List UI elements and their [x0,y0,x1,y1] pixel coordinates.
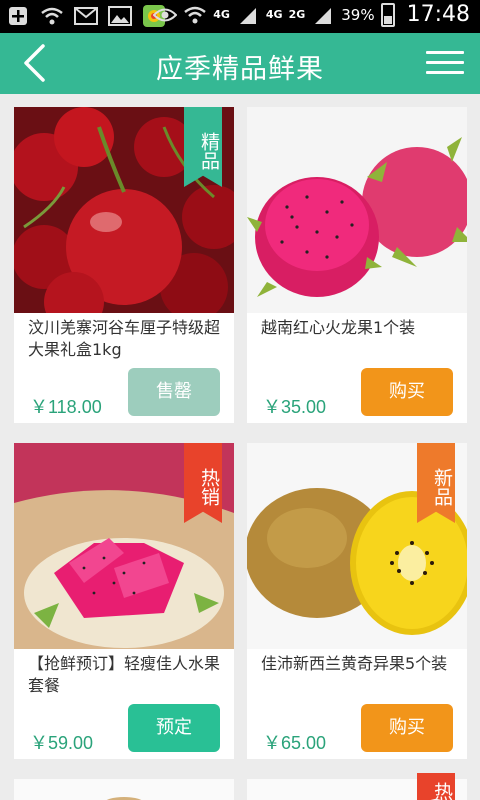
mail-icon [74,5,98,27]
product-badge: 热销 [184,443,222,523]
clock: 17:48 [406,2,470,27]
product-image-partial [14,779,234,800]
status-bar-right: 4G 4G 2G 39% 17:48 [153,2,470,27]
product-image[interactable] [247,107,467,313]
signal-icon [236,4,260,26]
signal-icon-2 [311,4,335,26]
eye-icon [153,4,178,26]
product-image[interactable] [14,779,234,800]
product-name[interactable]: 汶川羌寨河谷车厘子特级超大果礼盒1kg [28,317,228,361]
product-name[interactable]: 【抢鲜预订】轻瘦佳人水果套餐 [28,653,228,697]
buy-button[interactable]: 购买 [361,368,453,416]
battery-icon [380,2,395,27]
page-title: 应季精品鲜果 [156,54,324,85]
menu-button[interactable] [426,49,466,77]
status-bar-left [6,5,166,27]
menu-icon-line [426,51,464,54]
product-card[interactable]: 精品 汶川羌寨河谷车厘子特级超大果礼盒1kg ￥118.00 售罄 [14,107,234,423]
product-name[interactable]: 佳沛新西兰黄奇异果5个装 [261,653,461,675]
product-card[interactable]: 热 [247,773,467,800]
image-icon [108,5,132,27]
add-icon [6,5,30,27]
app-header: 应季精品鲜果 [0,33,480,94]
network-type-3: 2G [288,8,306,21]
network-type-2: 4G [265,8,283,21]
product-card[interactable]: 新品 佳沛新西兰黄奇异果5个装 ￥65.00 购买 [247,443,467,759]
product-card[interactable]: 越南红心火龙果1个装 ￥35.00 购买 [247,107,467,423]
product-price: ￥59.00 [30,733,94,753]
product-name[interactable]: 越南红心火龙果1个装 [261,317,461,339]
network-type-1: 4G [213,8,230,21]
dragon-fruit-image [247,107,467,313]
product-card[interactable] [14,779,234,800]
menu-icon-line [426,71,464,74]
status-bar: 4G 4G 2G 39% 17:48 [0,0,480,33]
product-price: ￥118.00 [30,397,102,417]
menu-icon-line [426,61,464,64]
wifi-question-icon [40,5,64,27]
product-price: ￥65.00 [263,733,327,753]
product-badge: 新品 [417,443,455,523]
buy-button[interactable]: 购买 [361,704,453,752]
product-badge: 精品 [184,107,222,187]
wifi-icon [183,4,207,26]
sold-out-button[interactable]: 售罄 [128,368,220,416]
product-price: ￥35.00 [263,397,327,417]
product-card[interactable]: 热销 【抢鲜预订】轻瘦佳人水果套餐 ￥59.00 预定 [14,443,234,759]
reserve-button[interactable]: 预定 [128,704,220,752]
battery-percent: 39% [341,5,375,24]
product-badge: 热 [417,773,455,800]
